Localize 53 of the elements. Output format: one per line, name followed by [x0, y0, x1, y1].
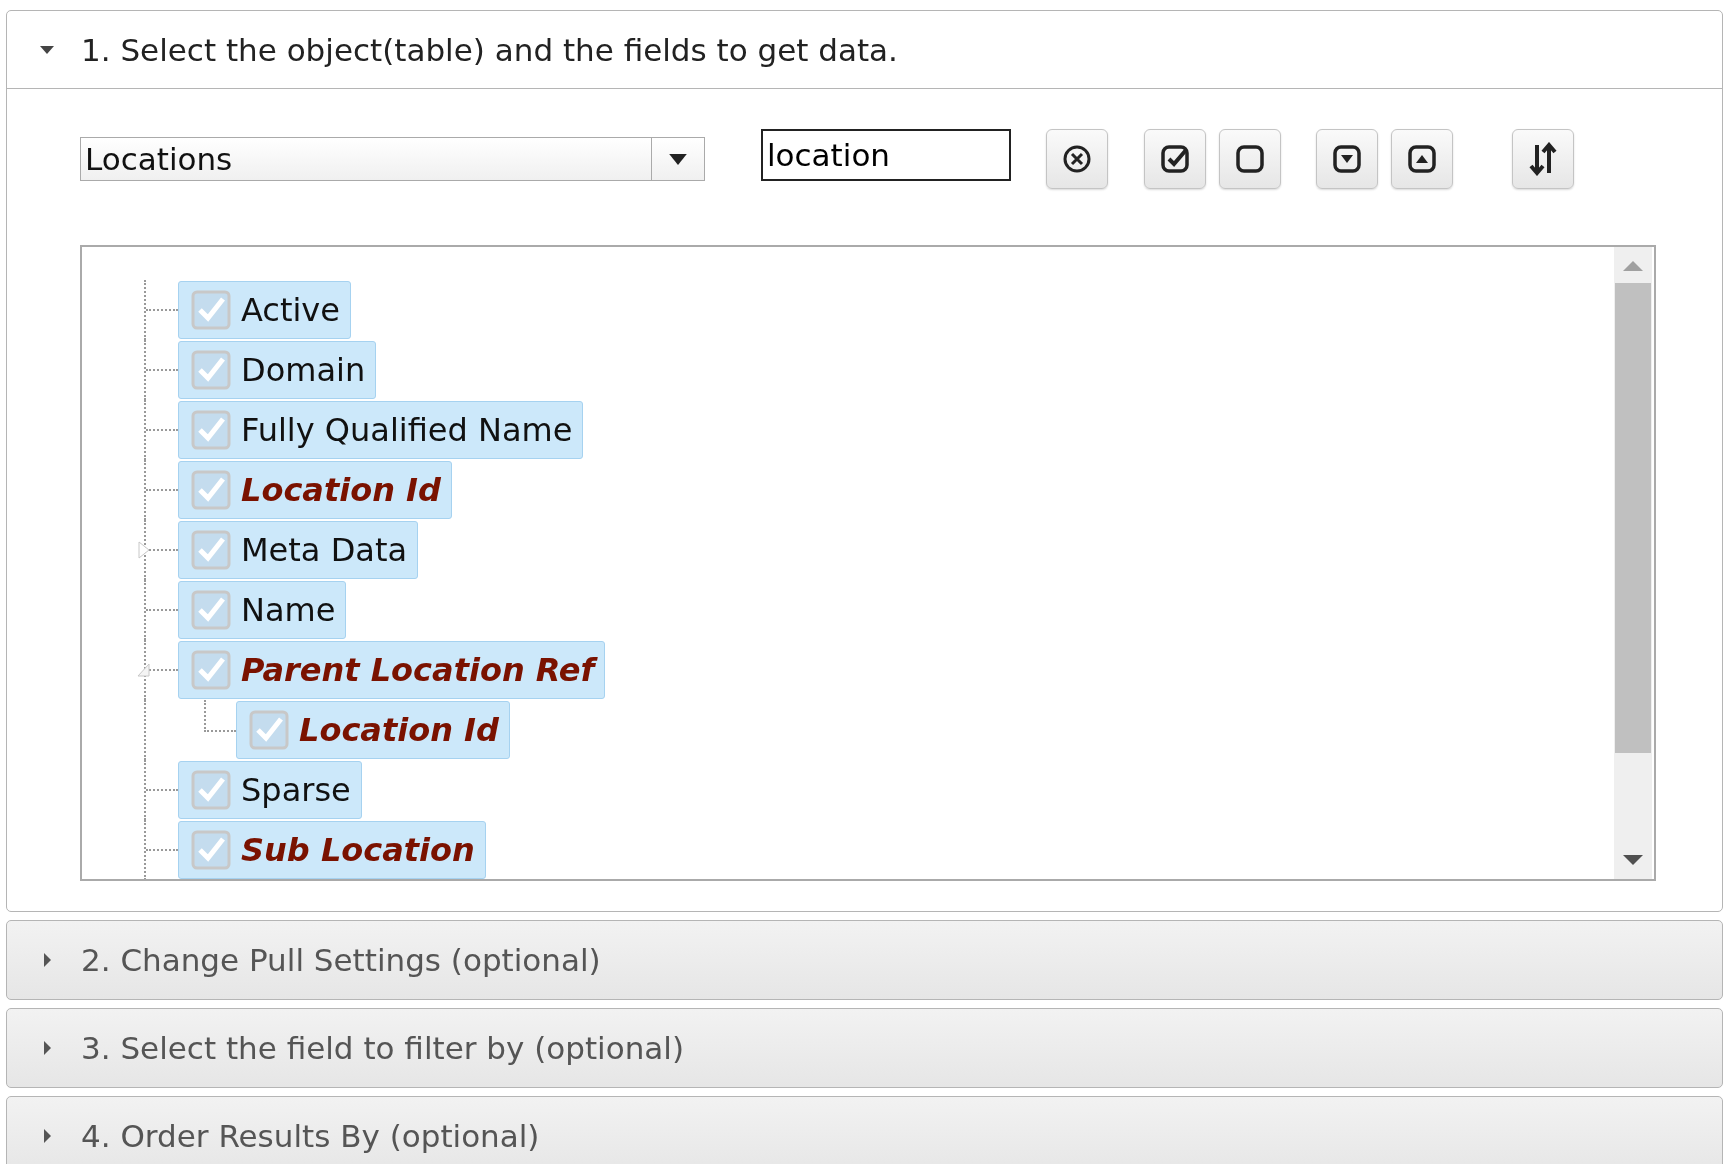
tree-item[interactable]: Domain [178, 341, 377, 399]
search-field[interactable]: location [761, 129, 1011, 181]
clear-button[interactable] [1046, 129, 1108, 189]
field-label: Location Id [241, 471, 441, 509]
section-header[interactable]: 2. Change Pull Settings (optional) [7, 921, 1722, 999]
field-label: Location Id [299, 711, 499, 749]
tree-item[interactable]: Location Id [178, 461, 452, 519]
object-dropdown[interactable]: Locations [80, 137, 705, 181]
sort-button[interactable] [1512, 129, 1574, 189]
scrollbar[interactable] [1614, 247, 1652, 879]
tree-item[interactable]: Fully Qualified Name [178, 401, 584, 459]
tree-item[interactable]: Parent Location Ref [178, 641, 606, 699]
checkbox[interactable] [191, 830, 231, 870]
section-header[interactable]: 4. Order Results By (optional) [7, 1097, 1722, 1164]
section-header[interactable]: 3. Select the field to filter by (optional) [7, 1009, 1722, 1087]
tree-item[interactable]: Name [178, 581, 347, 639]
empty-box-icon [1235, 144, 1265, 174]
tree-item[interactable]: Meta Data [178, 521, 419, 579]
field-label: Domain [241, 351, 366, 389]
tree-item[interactable]: Location Id [236, 701, 510, 759]
checkbox[interactable] [191, 530, 231, 570]
checkbox[interactable] [191, 650, 231, 690]
field-label: Sparse [241, 771, 351, 809]
square-caret-up-icon [1407, 144, 1437, 174]
expand-all-button[interactable] [1316, 129, 1378, 189]
checkbox[interactable] [191, 410, 231, 450]
checkbox[interactable] [191, 350, 231, 390]
square-caret-down-icon [1332, 144, 1362, 174]
close-icon [1062, 144, 1092, 174]
tree-item[interactable]: Active [178, 281, 351, 339]
sort-arrows-icon [1528, 142, 1558, 176]
checkbox[interactable] [249, 710, 289, 750]
tree-item[interactable]: Sparse [178, 761, 362, 819]
scroll-down-icon[interactable] [1623, 855, 1643, 865]
field-label: Sub Location [241, 831, 475, 869]
checkbox[interactable] [191, 290, 231, 330]
checkbox[interactable] [191, 590, 231, 630]
checkbox[interactable] [191, 770, 231, 810]
uncheck-all-button[interactable] [1219, 129, 1281, 189]
scroll-up-icon[interactable] [1623, 261, 1643, 271]
collapse-all-button[interactable] [1391, 129, 1453, 189]
field-label: Fully Qualified Name [241, 411, 573, 449]
section-header[interactable]: 1. Select the object(table) and the fields to get data. [7, 11, 1722, 89]
checkbox[interactable] [191, 470, 231, 510]
collapsed-triangle-icon[interactable] [137, 540, 151, 560]
scrollbar-thumb[interactable] [1615, 283, 1651, 753]
tree-item[interactable]: Sub Location [178, 821, 486, 879]
field-label: Active [241, 291, 340, 329]
checked-box-icon [1160, 144, 1190, 174]
caret-down-icon [669, 153, 687, 165]
check-all-button[interactable] [1144, 129, 1206, 189]
field-label: Name [241, 591, 336, 629]
field-label: Meta Data [241, 531, 408, 569]
